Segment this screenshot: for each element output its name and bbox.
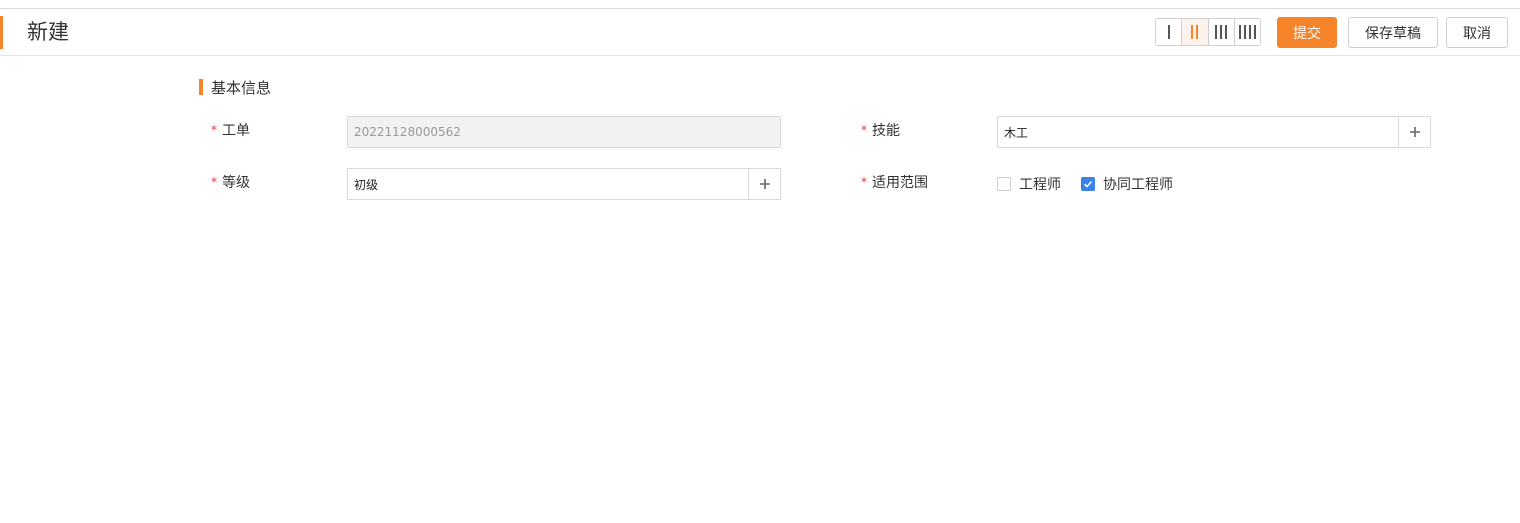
engineer-checkbox[interactable]: 工程师 (997, 174, 1061, 194)
level-field[interactable]: 初级 (347, 168, 781, 200)
scope-label-text: 适用范围 (872, 175, 928, 191)
layout-4-column-button[interactable] (1235, 19, 1260, 45)
section-title-text: 基本信息 (211, 78, 272, 97)
save-draft-button[interactable]: 保存草稿 (1348, 17, 1438, 48)
plus-icon (759, 179, 770, 189)
engineer-checkbox-label[interactable]: 工程师 (1019, 174, 1061, 194)
column-icon (1220, 25, 1223, 39)
layout-3-column-button[interactable] (1209, 19, 1235, 45)
work-order-field: 20221128000562 (347, 116, 781, 148)
skill-value[interactable]: 木工 (998, 124, 1398, 141)
cancel-button[interactable]: 取消 (1446, 17, 1508, 48)
column-icon (1243, 25, 1246, 39)
required-mark: * (211, 123, 217, 137)
work-order-label: * 工单 (211, 120, 250, 140)
level-label: * 等级 (211, 172, 250, 192)
required-mark: * (211, 175, 217, 189)
column-icon (1225, 25, 1228, 39)
header-accent-bar (0, 16, 3, 49)
layout-switch (1155, 18, 1261, 46)
required-mark: * (861, 175, 867, 189)
section-title: 基本信息 (199, 78, 272, 97)
layout-2-column-button[interactable] (1182, 19, 1209, 45)
check-icon (1083, 180, 1093, 188)
skill-add-button[interactable] (1398, 117, 1430, 147)
column-icon (1196, 25, 1199, 39)
column-icon (1248, 25, 1251, 39)
page-title: 新建 (27, 20, 69, 44)
column-icon (1215, 25, 1218, 39)
layout-1-column-button[interactable] (1156, 19, 1183, 45)
level-value[interactable]: 初级 (348, 176, 748, 193)
skill-label-text: 技能 (872, 123, 900, 139)
work-order-value: 20221128000562 (354, 125, 461, 139)
checkbox-box[interactable] (1081, 177, 1095, 191)
page-header: 新建 提交 保存草稿 取消 (0, 9, 1520, 56)
scope-label: * 适用范围 (861, 172, 928, 192)
required-mark: * (861, 123, 867, 137)
submit-button[interactable]: 提交 (1277, 17, 1337, 48)
plus-icon (1409, 127, 1420, 137)
column-icon (1167, 25, 1170, 39)
column-icon (1238, 25, 1241, 39)
skill-field[interactable]: 木工 (997, 116, 1431, 148)
work-order-label-text: 工单 (222, 123, 250, 139)
column-icon (1253, 25, 1256, 39)
scope-checkbox-group: 工程师 协同工程师 (997, 174, 1193, 194)
level-add-button[interactable] (748, 169, 780, 199)
skill-label: * 技能 (861, 120, 900, 140)
co-engineer-checkbox-label[interactable]: 协同工程师 (1103, 174, 1173, 194)
column-icon (1191, 25, 1194, 39)
checkbox-box[interactable] (997, 177, 1011, 191)
section-accent-bar (199, 79, 203, 95)
co-engineer-checkbox[interactable]: 协同工程师 (1081, 174, 1173, 194)
level-label-text: 等级 (222, 175, 250, 191)
